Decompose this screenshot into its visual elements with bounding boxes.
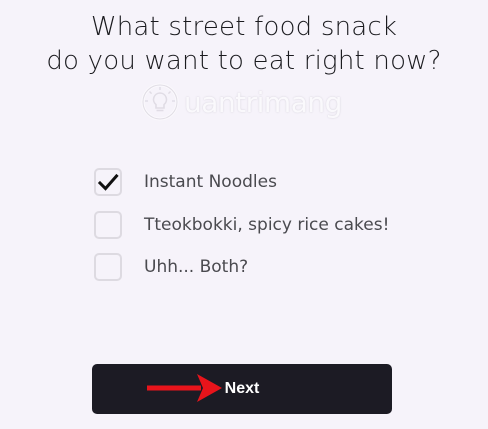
watermark-text: uantrimang	[184, 85, 342, 119]
option-label: Tteokbokki, spicy rice cakes!	[144, 214, 390, 235]
next-button-label: Next	[224, 380, 260, 397]
option-label: Uhh... Both?	[144, 257, 249, 277]
checkbox-both[interactable]	[94, 253, 122, 281]
option-tteokbokki[interactable]: Tteokbokki, spicy rice cakes!	[94, 209, 454, 241]
options-list: Instant Noodles Tteokbokki, spicy rice c…	[94, 166, 454, 294]
checkmark-icon	[97, 173, 119, 191]
question-line-1: What street food snack	[90, 12, 398, 42]
red-arrow-icon	[147, 374, 222, 402]
lightbulb-icon	[141, 83, 179, 121]
watermark: uantrimang	[140, 79, 365, 125]
checkbox-tteokbokki[interactable]	[94, 210, 122, 239]
option-label: Instant Noodles	[144, 172, 277, 192]
question-heading: What street food snack do you want to ea…	[0, 10, 488, 78]
next-button[interactable]: Next	[92, 364, 392, 414]
question-line-2: do you want to eat right now?	[46, 46, 442, 76]
option-both[interactable]: Uhh... Both?	[94, 251, 454, 283]
option-instant-noodles[interactable]: Instant Noodles	[94, 166, 454, 198]
checkbox-instant-noodles[interactable]	[94, 168, 122, 196]
